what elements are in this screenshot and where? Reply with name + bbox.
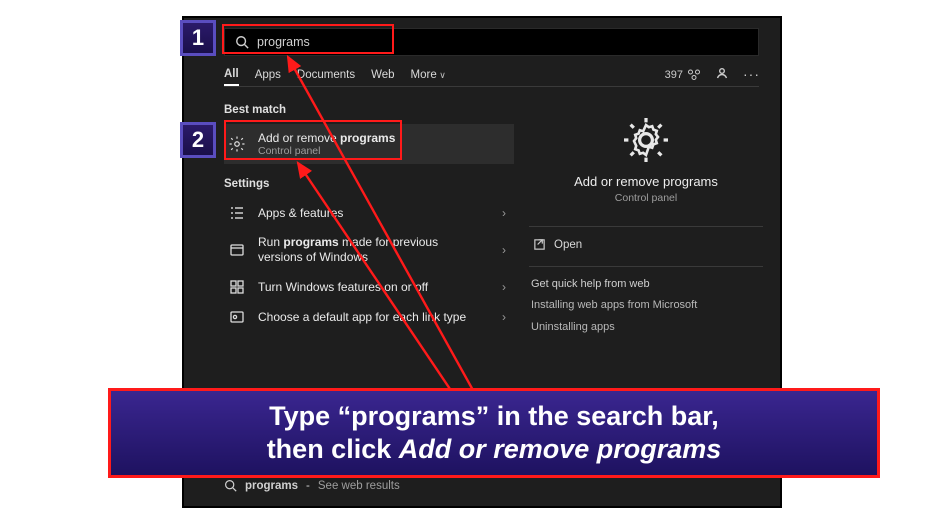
tab-all[interactable]: All: [224, 64, 239, 86]
search-icon: [224, 479, 237, 492]
divider: [529, 266, 763, 267]
rewards-count[interactable]: 397: [665, 69, 701, 81]
divider: [529, 226, 763, 227]
help-link-install[interactable]: Installing web apps from Microsoft: [529, 294, 763, 316]
rewards-icon: [687, 69, 701, 81]
tab-bar: All Apps Documents Web More: [224, 64, 446, 86]
tab-web[interactable]: Web: [371, 65, 394, 85]
help-link-uninstall[interactable]: Uninstalling apps: [529, 316, 763, 338]
best-match-result[interactable]: Add or remove programs Control panel: [224, 124, 514, 164]
settings-item-apps-features[interactable]: Apps & features ›: [224, 198, 514, 228]
settings-item-compat[interactable]: Run programs made for previous versions …: [224, 228, 514, 272]
gear-icon-large: [622, 116, 670, 164]
account-icon[interactable]: [715, 66, 729, 83]
open-icon: [533, 238, 546, 251]
chevron-right-icon: ›: [502, 280, 506, 294]
search-bar[interactable]: programs: [224, 28, 759, 56]
tab-more[interactable]: More: [411, 65, 446, 85]
settings-item-features-toggle[interactable]: Turn Windows features on or off ›: [224, 272, 514, 302]
divider: [224, 86, 759, 87]
chevron-right-icon: ›: [502, 206, 506, 220]
preview-card: Add or remove programs Control panel: [529, 98, 763, 218]
step-badge-2: 2: [180, 122, 216, 158]
preview-right-column: Add or remove programs Control panel Ope…: [529, 98, 763, 338]
app-icon: [226, 242, 248, 258]
preview-title: Add or remove programs: [529, 174, 763, 189]
tab-apps[interactable]: Apps: [255, 65, 281, 85]
open-action[interactable]: Open: [529, 231, 763, 258]
search-icon: [235, 35, 249, 49]
link-icon: [226, 309, 248, 325]
chevron-right-icon: ›: [502, 310, 506, 324]
help-section-label: Get quick help from web: [529, 271, 763, 294]
more-options-icon[interactable]: ···: [743, 69, 760, 80]
best-match-label: Best match: [224, 104, 514, 116]
features-icon: [226, 279, 248, 295]
search-web-results[interactable]: programs - See web results: [224, 479, 400, 492]
best-match-text: Add or remove programs Control panel: [258, 131, 395, 157]
settings-label: Settings: [224, 178, 514, 190]
tab-documents[interactable]: Documents: [297, 65, 355, 85]
step-badge-1: 1: [180, 20, 216, 56]
chevron-right-icon: ›: [502, 243, 506, 257]
gear-icon: [226, 135, 248, 153]
list-icon: [226, 205, 248, 221]
search-input-value: programs: [257, 35, 310, 49]
settings-item-default-app[interactable]: Choose a default app for each link type …: [224, 302, 514, 332]
preview-subtitle: Control panel: [529, 192, 763, 204]
toolbar-right: 397 ···: [665, 66, 760, 83]
results-left-column: Best match Add or remove programs Contro…: [224, 98, 514, 332]
instruction-banner: Type “programs” in the search bar, then …: [108, 388, 880, 478]
